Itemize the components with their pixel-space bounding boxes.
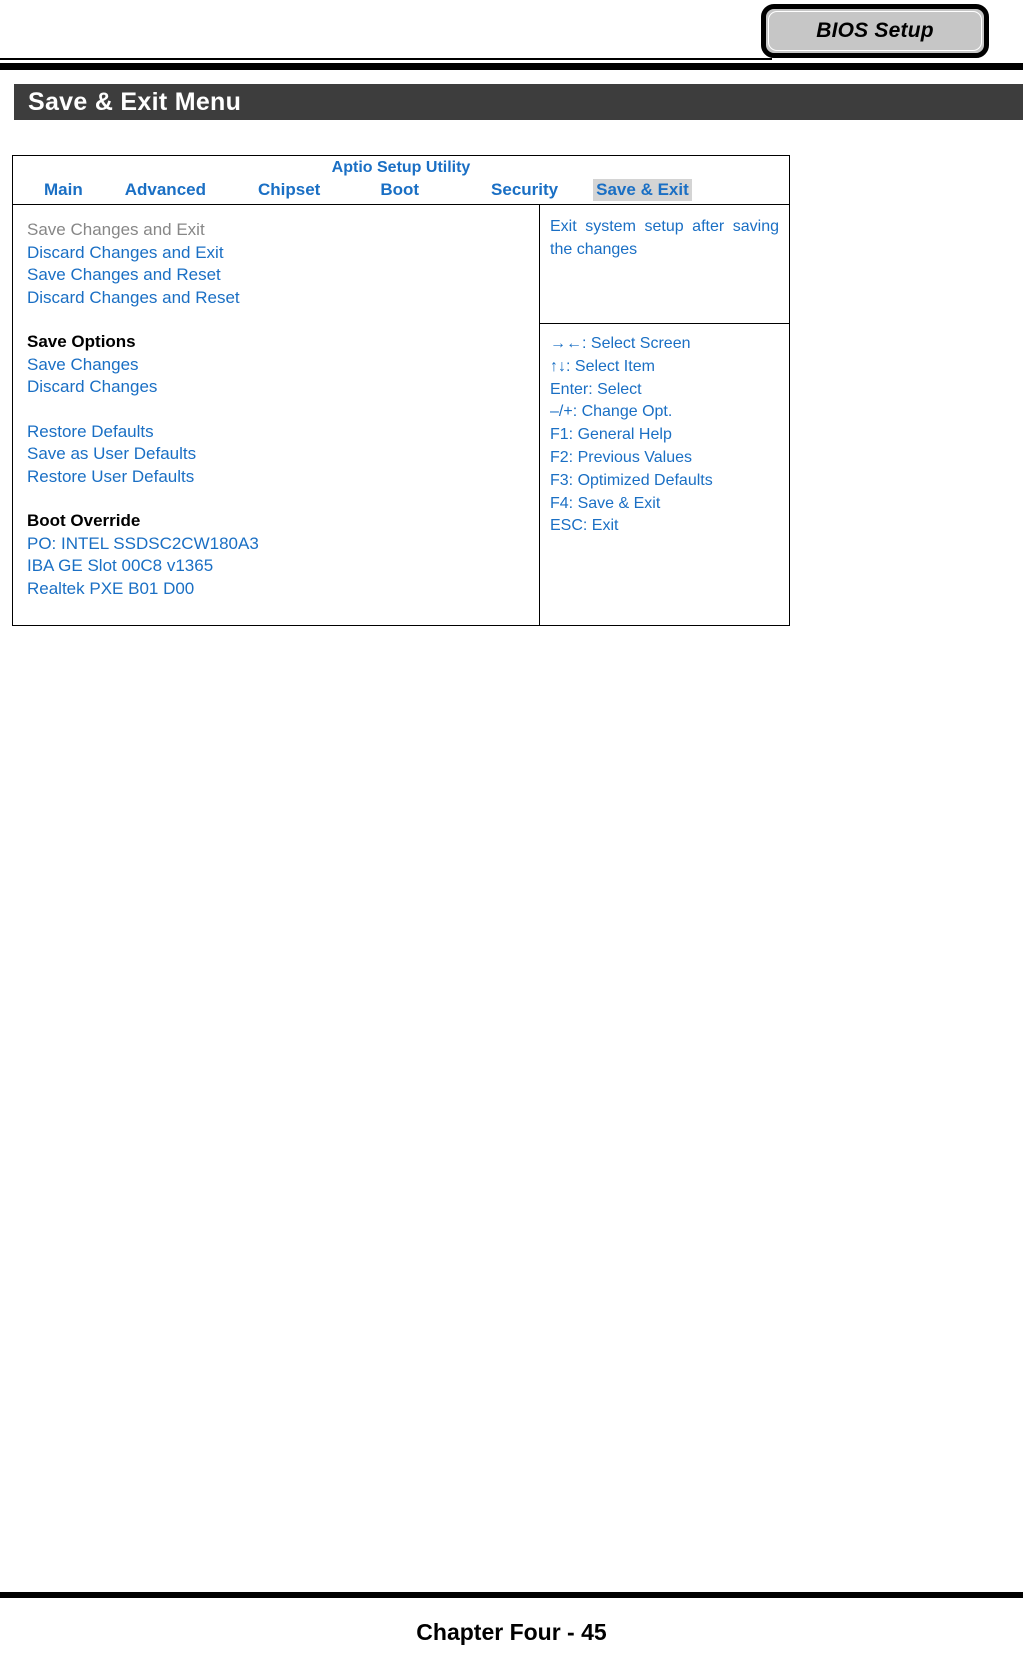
key-legend-line: F1: General Help <box>550 426 672 444</box>
bios-screen-header: Aptio Setup Utility Main Advanced Chipset B… <box>13 156 789 205</box>
menu-item-discard-changes-and-exit[interactable]: Discard Changes and Exit <box>27 242 539 265</box>
bios-tab-chipset[interactable]: Chipset <box>255 179 323 201</box>
bios-menu-tabbar[interactable]: Main Advanced Chipset Boot Security Save & Ex… <box>13 179 789 202</box>
key-legend-line: –/+: Change Opt. <box>550 403 673 421</box>
menu-spacer <box>27 488 539 510</box>
bios-tab-boot[interactable]: Boot <box>377 179 422 201</box>
bios-tab-security[interactable]: Security <box>488 179 561 201</box>
bios-setup-tab-badge-label: BIOS Setup <box>816 19 934 42</box>
menu-spacer <box>27 399 539 421</box>
bios-utility-title: Aptio Setup Utility <box>331 159 471 176</box>
footer-page-number: Chapter Four - 45 <box>416 1619 607 1645</box>
key-legend-line: F3: Optimized Defaults <box>550 471 713 489</box>
menu-item-iba-ge-slot-00c8-v1365[interactable]: IBA GE Slot 00C8 v1365 <box>27 555 539 578</box>
key-legend-line: ESC: Exit <box>550 517 619 535</box>
menu-group-heading-boot-override: Boot Override <box>27 511 141 530</box>
bios-setup-screen: Aptio Setup Utility Main Advanced Chipset B… <box>12 155 790 626</box>
menu-item-save-changes-and-reset[interactable]: Save Changes and Reset <box>27 264 539 287</box>
bios-key-legend-panel: →←: Select Screen ↑↓: Select Item Enter: S… <box>540 324 789 625</box>
menu-item-save-changes-and-exit[interactable]: Save Changes and Exit <box>27 219 539 242</box>
bios-help-text: Exit system setup after saving the chang… <box>550 218 779 258</box>
header-rule-thin <box>0 58 772 60</box>
bios-tab-main[interactable]: Main <box>41 179 86 201</box>
menu-item-restore-user-defaults[interactable]: Restore User Defaults <box>27 466 539 489</box>
bios-tab-save-exit[interactable]: Save & Exit <box>593 179 692 201</box>
menu-item-po-intel-ssdsc2cw180a3[interactable]: PO: INTEL SSDSC2CW180A3 <box>27 533 539 556</box>
page-header: BIOS Setup <box>0 0 1023 72</box>
bios-menu-list[interactable]: Save Changes and Exit Discard Changes and… <box>13 205 540 625</box>
menu-item-discard-changes-and-reset[interactable]: Discard Changes and Reset <box>27 287 539 310</box>
key-legend-line: F2: Previous Values <box>550 448 692 466</box>
page-title: Save & Exit Menu <box>28 87 242 116</box>
key-legend-line: →←: Select Screen <box>550 335 691 352</box>
menu-item-restore-defaults[interactable]: Restore Defaults <box>27 421 539 444</box>
menu-item-save-changes[interactable]: Save Changes <box>27 354 539 377</box>
menu-item-realtek-pxe-b01-d00[interactable]: Realtek PXE B01 D00 <box>27 578 539 601</box>
key-legend-line: Enter: Select <box>550 380 642 398</box>
section-banner: Save & Exit Menu <box>14 84 1023 120</box>
key-legend-line: ↑↓: Select Item <box>550 357 655 375</box>
header-rule-thick <box>0 63 1023 70</box>
menu-item-save-as-user-defaults[interactable]: Save as User Defaults <box>27 443 539 466</box>
bios-setup-tab-badge: BIOS Setup <box>761 4 989 58</box>
bios-tab-advanced[interactable]: Advanced <box>122 179 209 201</box>
footer-rule <box>0 1592 1023 1598</box>
menu-group-heading-save-options: Save Options <box>27 332 136 351</box>
bios-side-panel: Exit system setup after saving the chang… <box>540 205 789 625</box>
bios-help-panel: Exit system setup after saving the chang… <box>540 205 789 324</box>
menu-spacer <box>27 309 539 331</box>
menu-item-discard-changes[interactable]: Discard Changes <box>27 376 539 399</box>
bios-screen-body: Save Changes and Exit Discard Changes and… <box>13 205 789 625</box>
key-legend-line: F4: Save & Exit <box>550 494 661 512</box>
